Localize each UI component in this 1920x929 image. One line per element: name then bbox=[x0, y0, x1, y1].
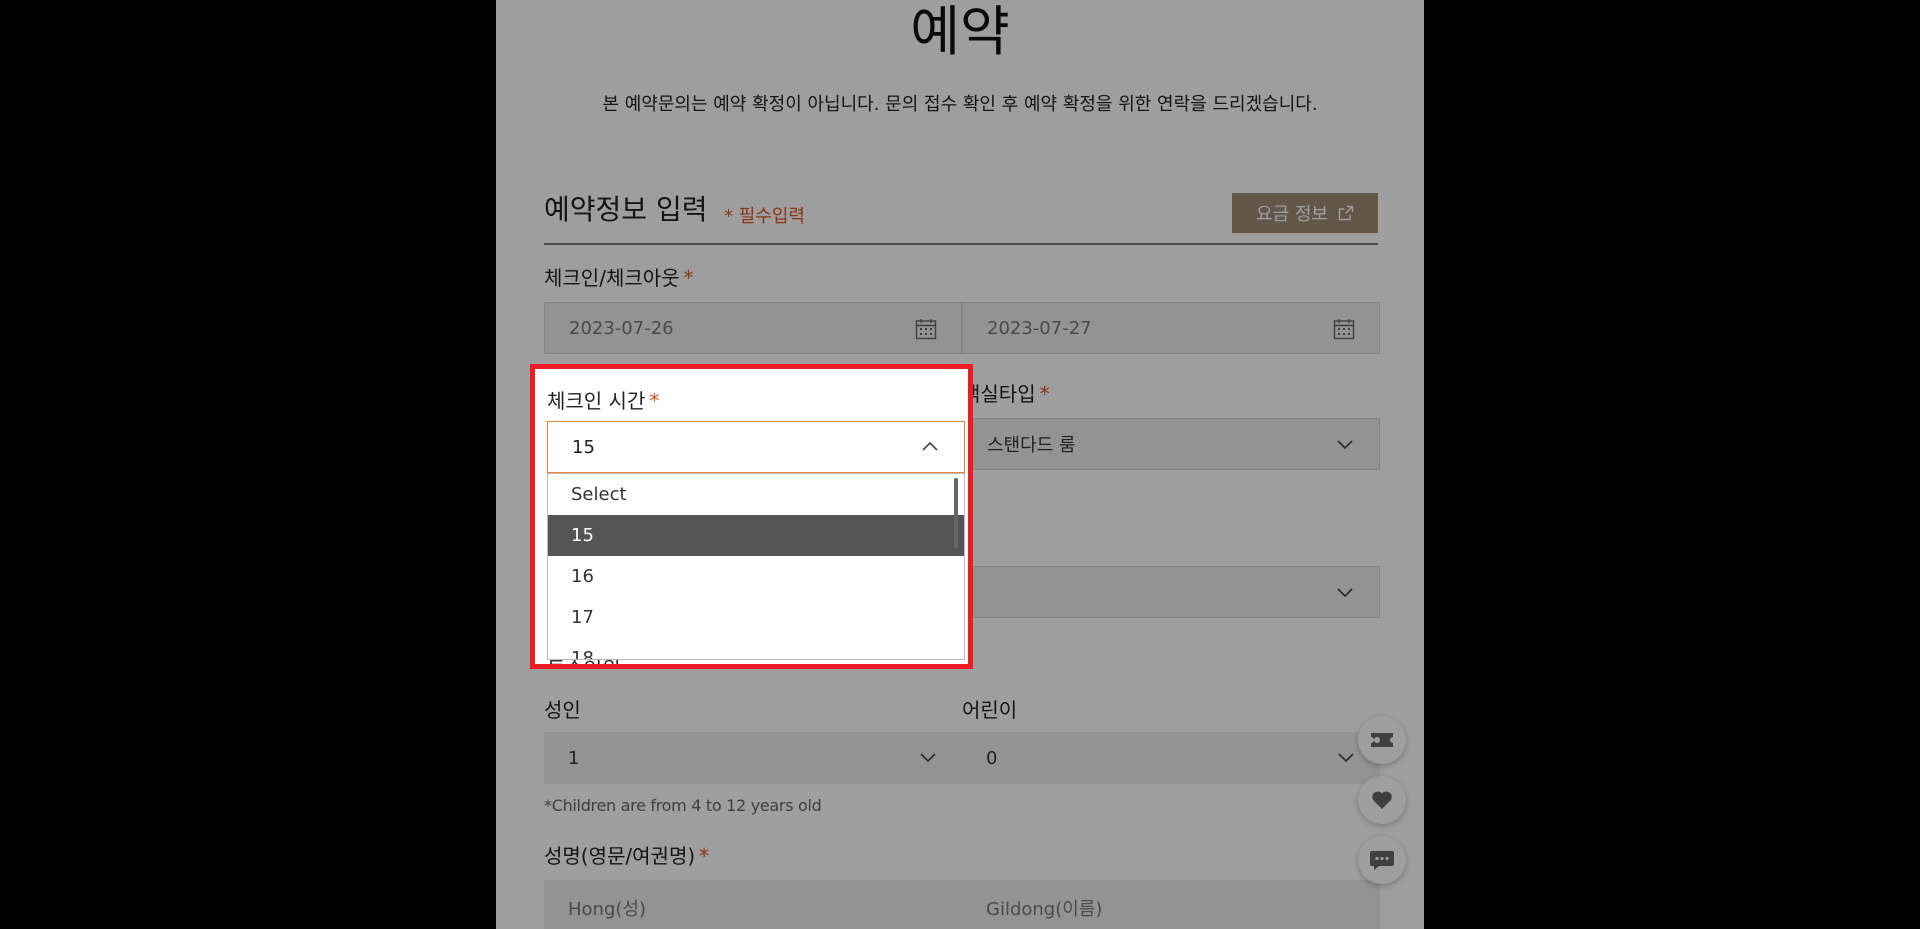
required-mark: * bbox=[649, 389, 660, 413]
dropdown-option-selected[interactable]: 15 bbox=[548, 515, 964, 556]
dropdown-option[interactable]: 16 bbox=[548, 556, 964, 597]
checkin-time-value: 15 bbox=[572, 436, 595, 458]
dropdown-option[interactable]: 18 bbox=[548, 638, 964, 659]
checkin-time-label-text: 체크인 시간 bbox=[547, 389, 646, 413]
checkin-time-dropdown[interactable]: Select 15 16 17 18 bbox=[547, 473, 965, 660]
dropdown-scrollbar[interactable] bbox=[954, 478, 958, 548]
dropdown-option[interactable]: 17 bbox=[548, 597, 964, 638]
checkin-time-highlight: 체크인 시간 * 15 투숙인원 Select 15 16 17 18 bbox=[530, 364, 973, 669]
checkin-time-label: 체크인 시간 * bbox=[547, 385, 659, 414]
checkin-time-select[interactable]: 15 bbox=[547, 421, 965, 473]
chevron-up-icon bbox=[922, 441, 938, 451]
dropdown-option[interactable]: Select bbox=[548, 474, 964, 515]
